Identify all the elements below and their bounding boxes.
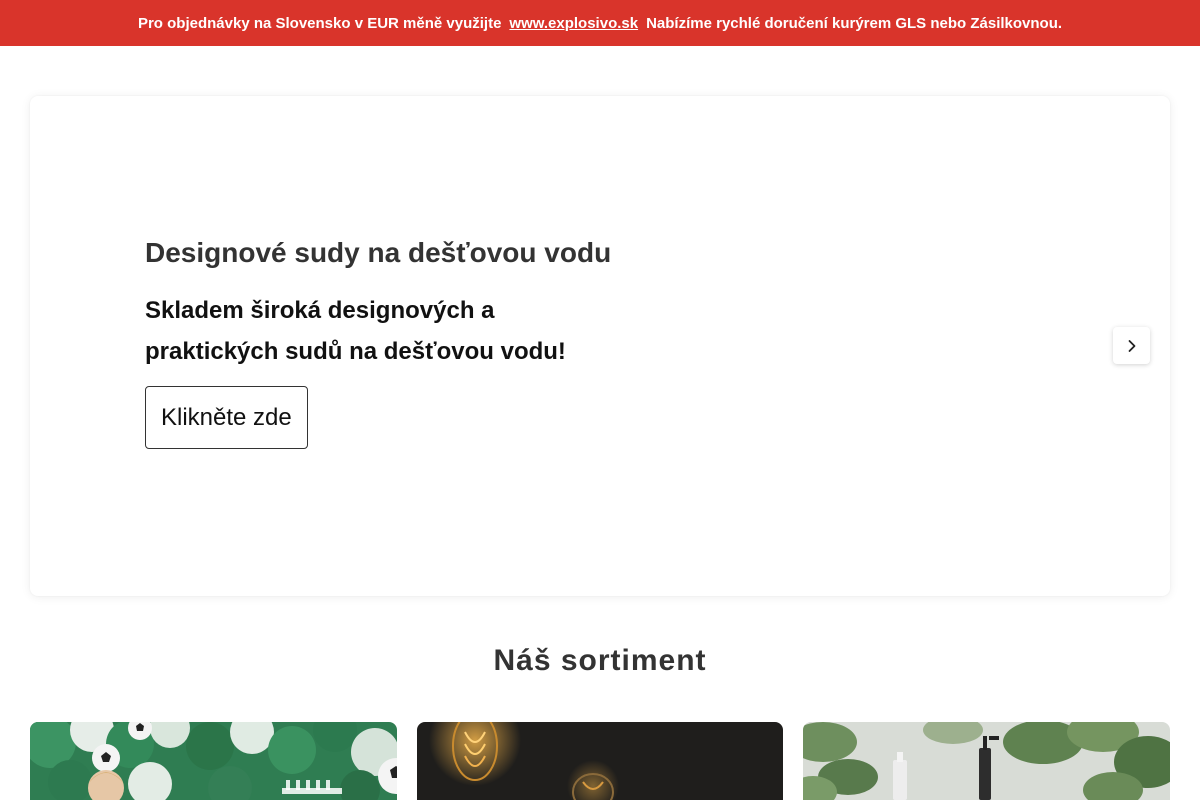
- category-card-home[interactable]: [803, 722, 1171, 800]
- category-card-party[interactable]: [30, 722, 397, 800]
- houseplants-bottles-photo: [803, 722, 1171, 800]
- light-bulbs-photo: [416, 722, 784, 800]
- slider-next-button[interactable]: [1113, 327, 1150, 364]
- category-grid: [30, 722, 1171, 800]
- chevron-right-icon: [1128, 339, 1135, 352]
- category-card-lighting[interactable]: [416, 722, 784, 800]
- hero-title: Designové sudy na dešťovou vodu: [145, 237, 612, 268]
- hero-slider: Designové sudy na dešťovou vodu Skladem …: [30, 96, 1170, 596]
- assortment-title: Náš sortiment: [493, 644, 707, 677]
- hero-cta-button[interactable]: Klikněte zde: [145, 385, 308, 449]
- announcement-text-before: Pro objednávky na Slovensko v EUR měně v…: [137, 14, 502, 32]
- hero-content: Designové sudy na dešťovou vodu Skladem …: [145, 236, 665, 449]
- explosivo-sk-link[interactable]: www.explosivo.sk: [509, 15, 638, 32]
- hero-subtitle: Skladem široká designových a praktických…: [145, 296, 566, 365]
- party-balloons-photo: [30, 722, 397, 800]
- announcement-bar: Pro objednávky na Slovensko v EUR měně v…: [0, 0, 1200, 46]
- announcement-text-after: Nabízíme rychlé doručení kurýrem GLS neb…: [646, 14, 1063, 32]
